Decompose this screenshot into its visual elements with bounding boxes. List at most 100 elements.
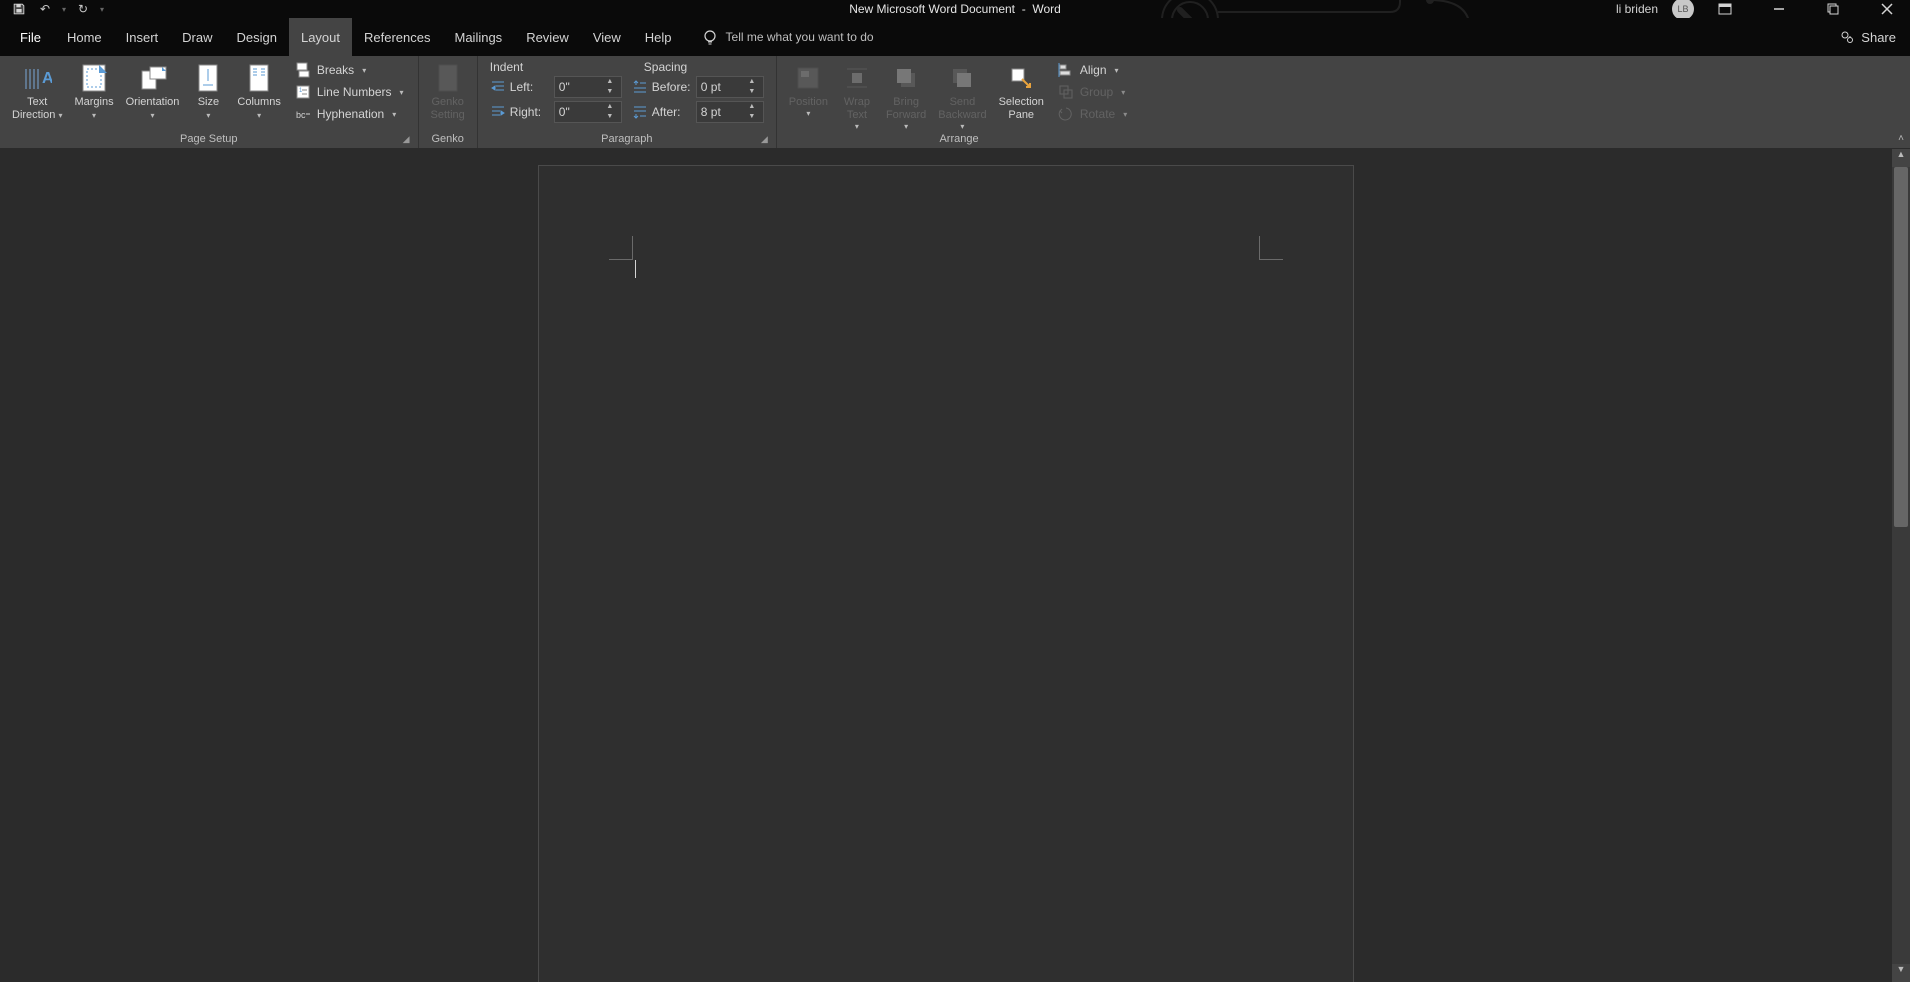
- columns-icon: [243, 62, 275, 94]
- hyphenation-icon: bc: [295, 106, 311, 122]
- line-numbers-button[interactable]: 1Line Numbers▾: [291, 82, 408, 102]
- share-label: Share: [1861, 30, 1896, 45]
- genko-icon: [432, 62, 464, 94]
- send-backward-icon: [946, 62, 978, 94]
- quick-access-toolbar: ↶ ▾ ↻ ▾: [0, 0, 104, 18]
- tab-help[interactable]: Help: [633, 18, 684, 56]
- selection-pane-icon: [1005, 62, 1037, 94]
- window-title: New Microsoft Word Document - Word: [849, 2, 1061, 16]
- text-direction-icon: A: [21, 62, 53, 94]
- rotate-icon: [1058, 106, 1074, 122]
- tab-file[interactable]: File: [6, 18, 55, 56]
- group-page-setup: A Text Direction ▾ Margins▾ Orientation▾…: [0, 56, 419, 148]
- svg-text:A: A: [42, 70, 52, 87]
- group-paragraph: Indent Spacing Left: ▲▼ Right: ▲▼: [478, 56, 777, 148]
- svg-text:bc: bc: [296, 110, 306, 120]
- group-button: Group▾: [1054, 82, 1131, 102]
- tab-home[interactable]: Home: [55, 18, 114, 56]
- tell-me-search[interactable]: Tell me what you want to do: [702, 29, 874, 45]
- tab-draw[interactable]: Draw: [170, 18, 224, 56]
- indent-left-input[interactable]: ▲▼: [554, 76, 622, 98]
- save-button[interactable]: [10, 0, 28, 18]
- align-button[interactable]: Align▾: [1054, 60, 1131, 80]
- spacing-after-input[interactable]: ▲▼: [696, 101, 764, 123]
- spacing-after-label: After:: [652, 105, 692, 119]
- document-area[interactable]: [0, 149, 1892, 982]
- ribbon: A Text Direction ▾ Margins▾ Orientation▾…: [0, 56, 1910, 149]
- spacing-before-icon: [632, 79, 648, 95]
- margin-corner-tr: [1259, 236, 1283, 260]
- scroll-up-button[interactable]: ▲: [1892, 149, 1910, 167]
- scroll-thumb[interactable]: [1894, 167, 1908, 527]
- text-direction-button[interactable]: A Text Direction ▾: [6, 58, 68, 122]
- user-avatar[interactable]: LB: [1672, 0, 1694, 20]
- spin-down[interactable]: ▼: [603, 87, 617, 97]
- orientation-button[interactable]: Orientation▾: [120, 58, 186, 122]
- ribbon-display-options[interactable]: [1702, 0, 1748, 18]
- collapse-ribbon-button[interactable]: ˄: [1898, 133, 1904, 144]
- position-button: Position▾: [783, 58, 834, 118]
- text-cursor: [635, 260, 636, 278]
- margins-icon: [78, 62, 110, 94]
- qat-customize[interactable]: ▾: [100, 5, 104, 14]
- size-icon: [192, 62, 224, 94]
- indent-right-input[interactable]: ▲▼: [554, 101, 622, 123]
- breaks-icon: [295, 62, 311, 78]
- columns-button[interactable]: Columns▾: [231, 58, 286, 122]
- paragraph-launcher[interactable]: ◢: [761, 134, 768, 145]
- hyphenation-button[interactable]: bcHyphenation▾: [291, 104, 408, 124]
- close-button[interactable]: [1864, 0, 1910, 18]
- tab-mailings[interactable]: Mailings: [443, 18, 515, 56]
- indent-right-label: Right:: [510, 105, 550, 119]
- group-genko: Genko Setting Genko: [419, 56, 478, 148]
- title-bar: ↶ ▾ ↻ ▾ New Microsoft Word Document - Wo…: [0, 0, 1910, 18]
- breaks-button[interactable]: Breaks▾: [291, 60, 408, 80]
- bring-forward-icon: [890, 62, 922, 94]
- wrap-text-button: Wrap Text▾: [834, 58, 880, 131]
- tell-me-label: Tell me what you want to do: [726, 30, 874, 44]
- page-setup-launcher[interactable]: ◢: [403, 134, 410, 145]
- genko-setting-button: Genko Setting: [425, 58, 471, 122]
- orientation-icon: [137, 62, 169, 94]
- line-numbers-icon: 1: [295, 84, 311, 100]
- wrap-text-icon: [841, 62, 873, 94]
- size-button[interactable]: Size▾: [185, 58, 231, 122]
- group-icon: [1058, 84, 1074, 100]
- tab-design[interactable]: Design: [225, 18, 289, 56]
- app-name: Word: [1032, 2, 1060, 16]
- selection-pane-button[interactable]: Selection Pane: [993, 58, 1050, 122]
- spacing-heading: Spacing: [644, 60, 687, 74]
- titlebar-right: li briden LB: [1616, 0, 1910, 20]
- indent-left-icon: [490, 79, 506, 95]
- margins-button[interactable]: Margins▾: [68, 58, 119, 122]
- margin-corner-tl: [609, 236, 633, 260]
- minimize-button[interactable]: [1756, 0, 1802, 18]
- tab-view[interactable]: View: [581, 18, 633, 56]
- indent-right-icon: [490, 104, 506, 120]
- vertical-scrollbar[interactable]: ▲ ▼: [1892, 149, 1910, 982]
- tab-review[interactable]: Review: [514, 18, 581, 56]
- bring-forward-button: Bring Forward▾: [880, 58, 932, 131]
- spin-up[interactable]: ▲: [603, 77, 617, 87]
- send-backward-button: Send Backward▾: [932, 58, 992, 131]
- tab-references[interactable]: References: [352, 18, 442, 56]
- share-button[interactable]: Share: [1839, 29, 1896, 45]
- ribbon-tabs: File Home Insert Draw Design Layout Refe…: [0, 18, 1910, 56]
- redo-button[interactable]: ↻: [74, 0, 92, 18]
- spacing-before-label: Before:: [652, 80, 692, 94]
- scroll-track[interactable]: [1892, 167, 1910, 964]
- page[interactable]: [538, 165, 1354, 982]
- lightbulb-icon: [702, 29, 718, 45]
- indent-left-label: Left:: [510, 80, 550, 94]
- tab-insert[interactable]: Insert: [114, 18, 171, 56]
- indent-heading: Indent: [490, 60, 620, 74]
- tab-layout[interactable]: Layout: [289, 18, 352, 56]
- spacing-after-icon: [632, 104, 648, 120]
- group-arrange: Position▾ Wrap Text▾ Bring Forward▾ Send…: [777, 56, 1141, 148]
- scroll-down-button[interactable]: ▼: [1892, 964, 1910, 982]
- maximize-button[interactable]: [1810, 0, 1856, 18]
- spacing-before-input[interactable]: ▲▼: [696, 76, 764, 98]
- share-icon: [1839, 29, 1855, 45]
- user-name[interactable]: li briden: [1616, 2, 1658, 16]
- undo-button[interactable]: ↶: [36, 0, 54, 18]
